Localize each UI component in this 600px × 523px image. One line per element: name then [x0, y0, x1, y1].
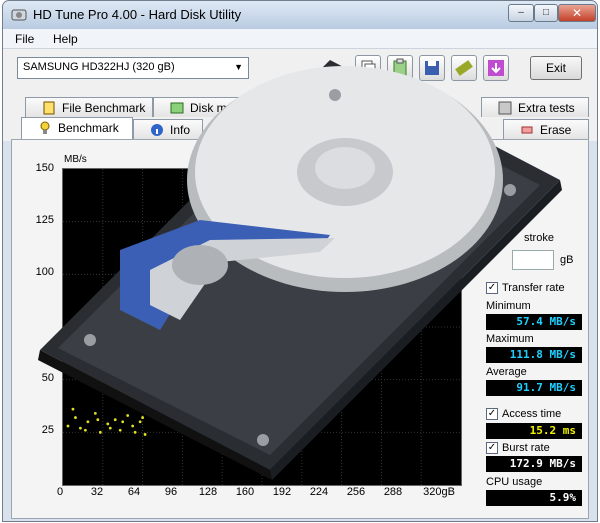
actuator-pivot: [172, 245, 228, 285]
screw-icon: [257, 434, 269, 446]
spindle-cap: [315, 147, 375, 189]
screw-icon: [84, 334, 96, 346]
hard-drive-illustration: [38, 60, 562, 480]
screw-icon: [329, 89, 341, 101]
screw-icon: [504, 184, 516, 196]
